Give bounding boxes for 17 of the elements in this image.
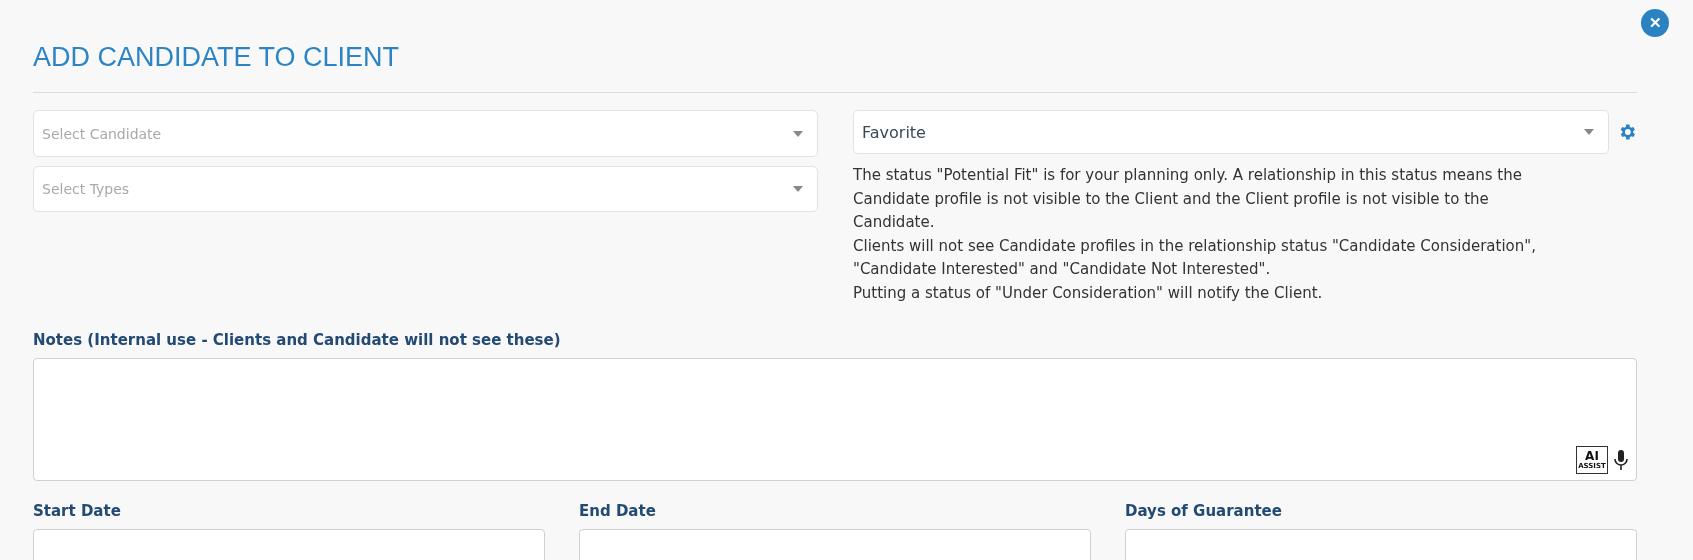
date-label: Days of Guarantee [1125,502,1283,520]
close-button[interactable]: ✕ [1641,9,1669,37]
date-field[interactable] [33,529,545,560]
caret-icon [1584,129,1594,135]
dialog-title: ADD CANDIDATE TO CLIENT [33,41,401,74]
status-help-text: Clients will not see Candidate profiles in the relationship status "Candidate Consideration", "Candidate Interested" and "Candidate Not Interested". [853,235,1537,280]
date-label: Start Date [33,502,122,520]
date-label: End Date [579,502,657,520]
status-help-text: The status "Potential Fit" is for your planning only. A relationship in this status means the Candidate profile is not visible to the Client and the Client profile is not visible to the Candidate. [853,165,1523,233]
microphone-icon[interactable] [1614,449,1628,471]
date-field[interactable] [579,529,1091,560]
notes-label: Notes (Internal use - Clients and Candidate will not see these) [33,331,562,349]
caret-icon [793,186,803,192]
status-help-text: Putting a status of "Under Consideration" will notify the Client. [853,282,1324,304]
date-field[interactable] [1125,529,1637,560]
status-select[interactable]: Favorite [853,110,1609,154]
caret-icon [793,130,803,137]
